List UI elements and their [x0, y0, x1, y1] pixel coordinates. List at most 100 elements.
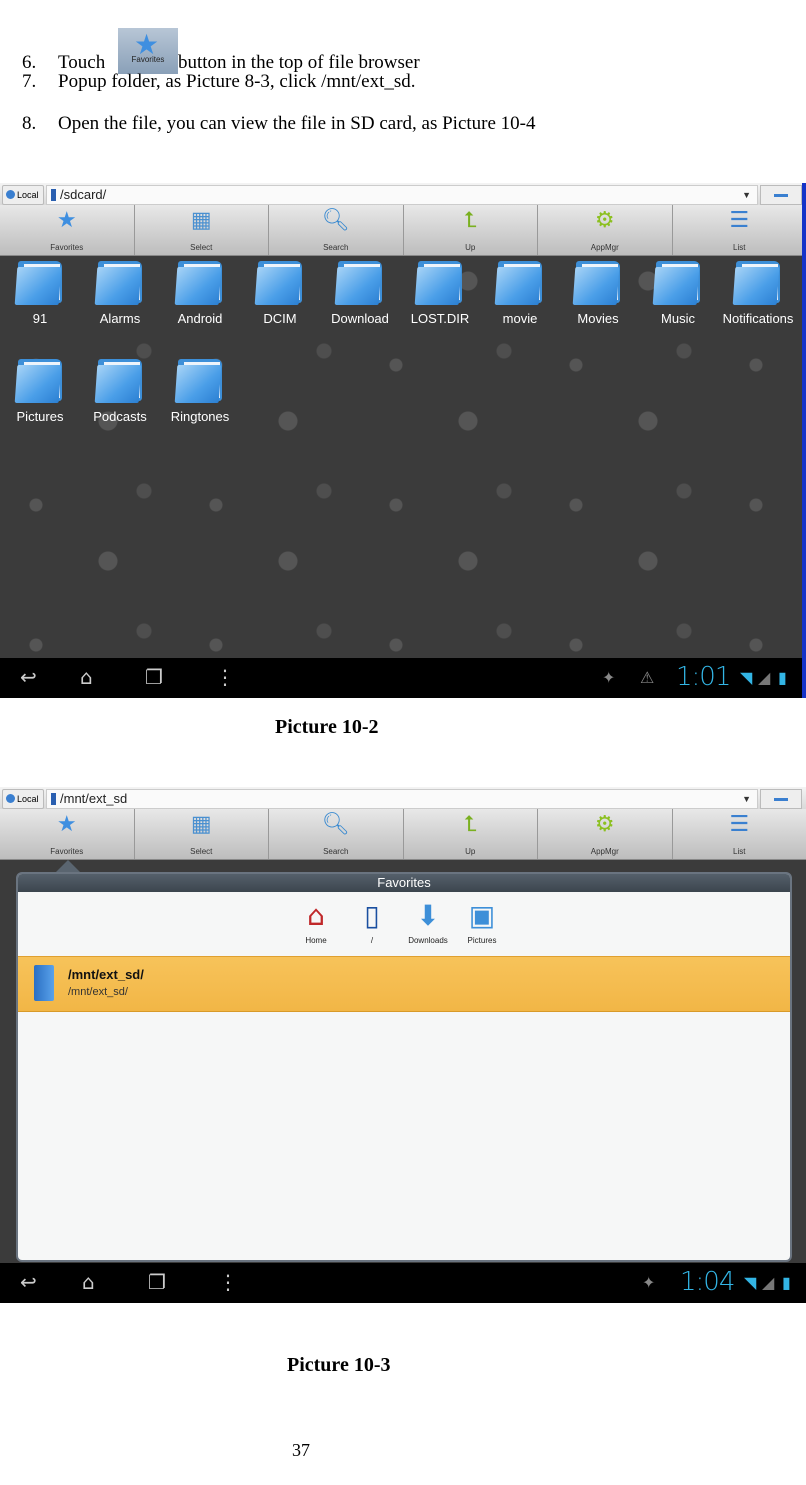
folder-label: Music [661, 311, 695, 326]
folder-label: 91 [32, 311, 48, 326]
select-button[interactable]: ▦ Select [135, 205, 269, 255]
list-button[interactable]: ☰ List [673, 809, 806, 859]
local-button[interactable]: Local [2, 789, 44, 809]
up-button[interactable]: ⮤ Up [404, 205, 538, 255]
toolbar: ★ Favorites ▦ Select 🔍︎ Search ⮤ Up ⚙ AppMgr … [0, 205, 806, 256]
collapse-button[interactable] [760, 789, 802, 809]
folder-item[interactable]: movie [480, 261, 560, 326]
phone-icon: ▯ [364, 899, 380, 932]
path-field[interactable]: /mnt/ext_sd ▼ [46, 789, 758, 809]
folder-icon [14, 261, 64, 305]
folder-item[interactable]: Movies [558, 261, 638, 326]
sd-card-icon [34, 965, 54, 1001]
folder-label: Notifications [722, 311, 794, 326]
usb-debug-icon: ✦ [602, 668, 616, 687]
list-icon: ☰ [729, 812, 750, 837]
up-button[interactable]: ⮤ Up [404, 809, 538, 859]
recent-apps-icon[interactable]: ❐ [148, 1271, 166, 1293]
sd-icon [51, 793, 56, 805]
folder-item[interactable]: Music [638, 261, 718, 326]
folder-item[interactable]: Alarms [80, 261, 160, 326]
toolbar: ★ Favorites ▦ Select 🔍︎ Search ⮤ Up ⚙ AppMgr … [0, 809, 806, 860]
folder-item[interactable]: 91 [0, 261, 80, 326]
local-button[interactable]: Local [2, 185, 44, 205]
folder-label: Alarms [99, 311, 141, 326]
popup-pointer [56, 860, 80, 872]
sd-icon [51, 189, 56, 201]
folder-icon [94, 359, 144, 403]
clock: 1:01 [676, 662, 731, 692]
home-icon[interactable]: ⌂ [80, 666, 93, 688]
folder-item[interactable]: Podcasts [80, 359, 160, 424]
folder-item[interactable]: Notifications [718, 261, 798, 326]
folder-item[interactable]: Pictures [0, 359, 80, 424]
folder-label: Pictures [16, 409, 64, 424]
recent-apps-icon[interactable]: ❐ [145, 666, 163, 688]
folder-label: LOST.DIR [410, 311, 470, 326]
step-7: 7. Popup folder, as Picture 8-3, click /m… [22, 71, 416, 92]
search-button[interactable]: 🔍︎ Search [269, 809, 404, 859]
dropdown-arrow-icon[interactable]: ▼ [742, 186, 751, 204]
downloads-folder-icon: ⬇ [416, 899, 440, 932]
appmgr-button[interactable]: ⚙ AppMgr [538, 809, 673, 859]
folder-item[interactable]: DCIM [240, 261, 320, 326]
wifi-icon: ◥ [744, 1273, 757, 1292]
signal-icon: ◢ [758, 668, 771, 687]
collapse-button[interactable] [760, 185, 802, 205]
list-button[interactable]: ☰ List [673, 205, 806, 255]
favorite-item-name: /mnt/ext_sd/ [68, 967, 144, 982]
folder-label: Ringtones [170, 409, 230, 424]
folder-icon [334, 261, 384, 305]
folder-icon [174, 359, 224, 403]
usb-debug-icon: ✦ [642, 1273, 656, 1292]
appmgr-button[interactable]: ⚙ AppMgr [538, 205, 673, 255]
favorites-button[interactable]: ★ Favorites [0, 809, 135, 859]
menu-icon[interactable]: ⋮ [215, 666, 235, 688]
gear-icon: ⚙ [594, 812, 615, 837]
select-grid-icon: ▦ [190, 208, 212, 233]
screenshot-sdcard: Local /sdcard/▼ ★ Favorites ▦ Select 🔍︎ Sea… [0, 183, 806, 698]
favorite-item-ext-sd[interactable]: /mnt/ext_sd/ /mnt/ext_sd/ [18, 956, 790, 1012]
path-field[interactable]: /sdcard/▼ [46, 185, 758, 205]
shortcut-pictures[interactable]: ▣ Pictures [454, 896, 510, 945]
up-folder-icon: ⮤ [463, 208, 477, 233]
back-icon[interactable]: ↩ [20, 1271, 37, 1293]
menu-icon[interactable]: ⋮ [218, 1271, 238, 1293]
shortcut-home[interactable]: ⌂ Home [288, 896, 344, 945]
favorites-popup: Favorites ⌂ Home ▯ / ⬇ Downloads ▣ Pictures … [16, 872, 792, 1262]
folder-item[interactable]: LOST.DIR [400, 261, 480, 326]
path-bar: Local /mnt/ext_sd ▼ [0, 787, 806, 809]
select-button[interactable]: ▦ Select [135, 809, 269, 859]
home-icon[interactable]: ⌂ [82, 1271, 95, 1293]
folder-icon [652, 261, 702, 305]
border-edge [802, 183, 806, 698]
folder-label: Movies [577, 311, 619, 326]
shortcut-downloads[interactable]: ⬇ Downloads [400, 896, 456, 945]
clock: 1:04 [680, 1267, 735, 1297]
folder-icon [94, 261, 144, 305]
folder-label: movie [502, 311, 538, 326]
folder-item[interactable]: Download [320, 261, 400, 326]
folder-icon [494, 261, 544, 305]
path-bar: Local /sdcard/▼ [0, 183, 806, 205]
folder-icon [254, 261, 304, 305]
star-icon: ★ [56, 208, 77, 233]
shortcut-root[interactable]: ▯ / [344, 896, 400, 945]
gear-icon: ⚙ [594, 208, 615, 233]
pictures-folder-icon: ▣ [468, 899, 496, 932]
search-button[interactable]: 🔍︎ Search [269, 205, 404, 255]
favorites-button-image: ★ Favorites [117, 28, 178, 74]
folder-item[interactable]: Android [160, 261, 240, 326]
folder-label: Podcasts [93, 409, 147, 424]
folder-item[interactable]: Ringtones [160, 359, 240, 424]
page-number: 37 [292, 1440, 310, 1460]
step-8: 8. Open the file, you can view the file i… [22, 113, 536, 134]
folder-icon [572, 261, 622, 305]
folder-icon [14, 359, 64, 403]
list-icon: ☰ [729, 208, 750, 233]
favorite-shortcuts: ⌂ Home ▯ / ⬇ Downloads ▣ Pictures [18, 896, 790, 956]
dropdown-arrow-icon[interactable]: ▼ [742, 790, 751, 808]
folder-icon [174, 261, 224, 305]
favorites-button[interactable]: ★ Favorites [0, 205, 135, 255]
back-icon[interactable]: ↩ [20, 666, 37, 688]
